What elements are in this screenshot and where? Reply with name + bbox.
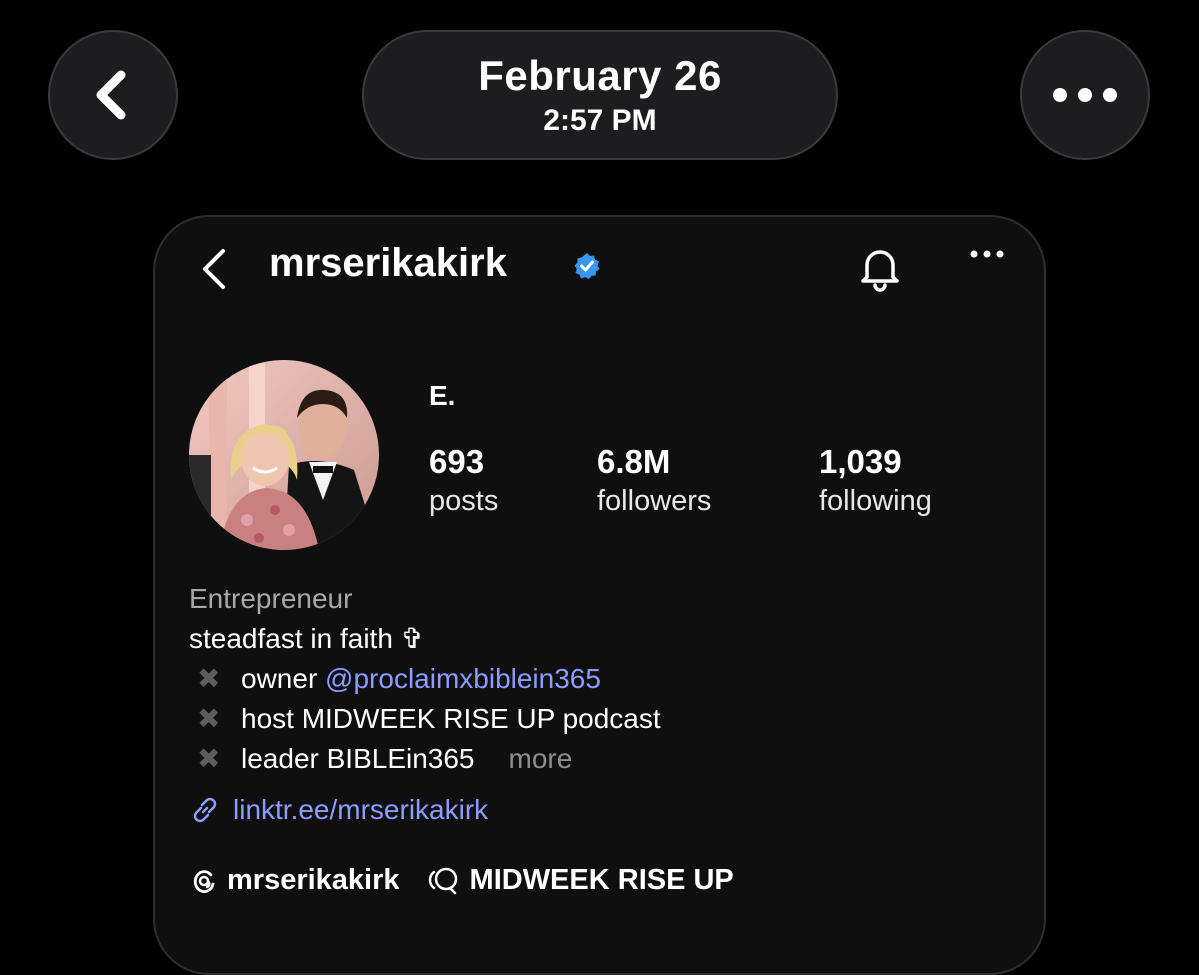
bio-line-owner: owner @proclaimxbiblein365 — [241, 659, 601, 699]
cross-bullet-icon: ✖ — [197, 743, 221, 774]
bio-leader-text: leader BIBLEin365 — [241, 743, 475, 774]
broadcast-channel-icon — [428, 867, 457, 895]
following-label: following — [819, 485, 932, 517]
profile-badges-row: mrserikakirk MIDWEEK RISE UP — [189, 860, 758, 900]
message-time: 2:57 PM — [543, 104, 657, 137]
following-count: 1,039 — [819, 443, 902, 480]
bio-mention-link[interactable]: @proclaimxbiblein365 — [325, 663, 601, 694]
bio-category: Entrepreneur — [189, 583, 353, 614]
broadcast-channel-badge[interactable]: MIDWEEK RISE UP — [424, 860, 734, 900]
more-options-button[interactable] — [1020, 30, 1150, 160]
bio-line-host: host MIDWEEK RISE UP podcast — [241, 703, 661, 734]
cross-bullet-icon: ✖ — [197, 663, 221, 694]
followers-label: followers — [597, 485, 712, 517]
avatar-photo — [189, 360, 379, 550]
profile-link[interactable]: linktr.ee/mrserikakirk — [189, 790, 488, 830]
more-horizontal-icon — [970, 250, 1004, 258]
more-horizontal-icon — [1053, 88, 1117, 102]
threads-handle: mrserikakirk — [227, 864, 400, 896]
message-date: February 26 — [478, 52, 722, 99]
threads-badge[interactable]: mrserikakirk — [189, 860, 400, 900]
date-time-pill: February 26 2:57 PM — [362, 30, 838, 160]
bio-more-link[interactable]: more — [509, 743, 573, 774]
verified-badge-icon — [574, 253, 600, 279]
profile-avatar — [189, 360, 379, 550]
profile-display-name: E. — [429, 380, 456, 411]
followers-count: 6.8M — [597, 443, 671, 480]
shared-profile-screenshot[interactable]: mrserikakirk E. 693 posts 6.8M followers… — [153, 215, 1046, 975]
bio-line-leader: leader BIBLEin365 more — [241, 739, 572, 779]
bio-line-faith: steadfast in faith ✞ — [189, 623, 425, 654]
cross-bullet-icon: ✖ — [197, 703, 221, 734]
posts-count: 693 — [429, 443, 485, 480]
bell-icon — [861, 250, 899, 292]
channel-name: MIDWEEK RISE UP — [469, 864, 734, 896]
posts-stat[interactable]: 693 posts — [429, 442, 498, 520]
bio-owner-prefix: owner — [241, 663, 326, 694]
link-icon — [193, 797, 217, 823]
back-button[interactable] — [48, 30, 178, 160]
chevron-left-icon — [96, 70, 126, 120]
followers-stat[interactable]: 6.8M followers — [597, 442, 711, 520]
following-stat[interactable]: 1,039 following — [819, 442, 932, 520]
threads-icon — [193, 870, 215, 893]
posts-label: posts — [429, 485, 499, 517]
chevron-left-icon — [203, 249, 225, 289]
profile-username: mrserikakirk — [269, 241, 507, 285]
profile-link-text: linktr.ee/mrserikakirk — [233, 794, 489, 825]
